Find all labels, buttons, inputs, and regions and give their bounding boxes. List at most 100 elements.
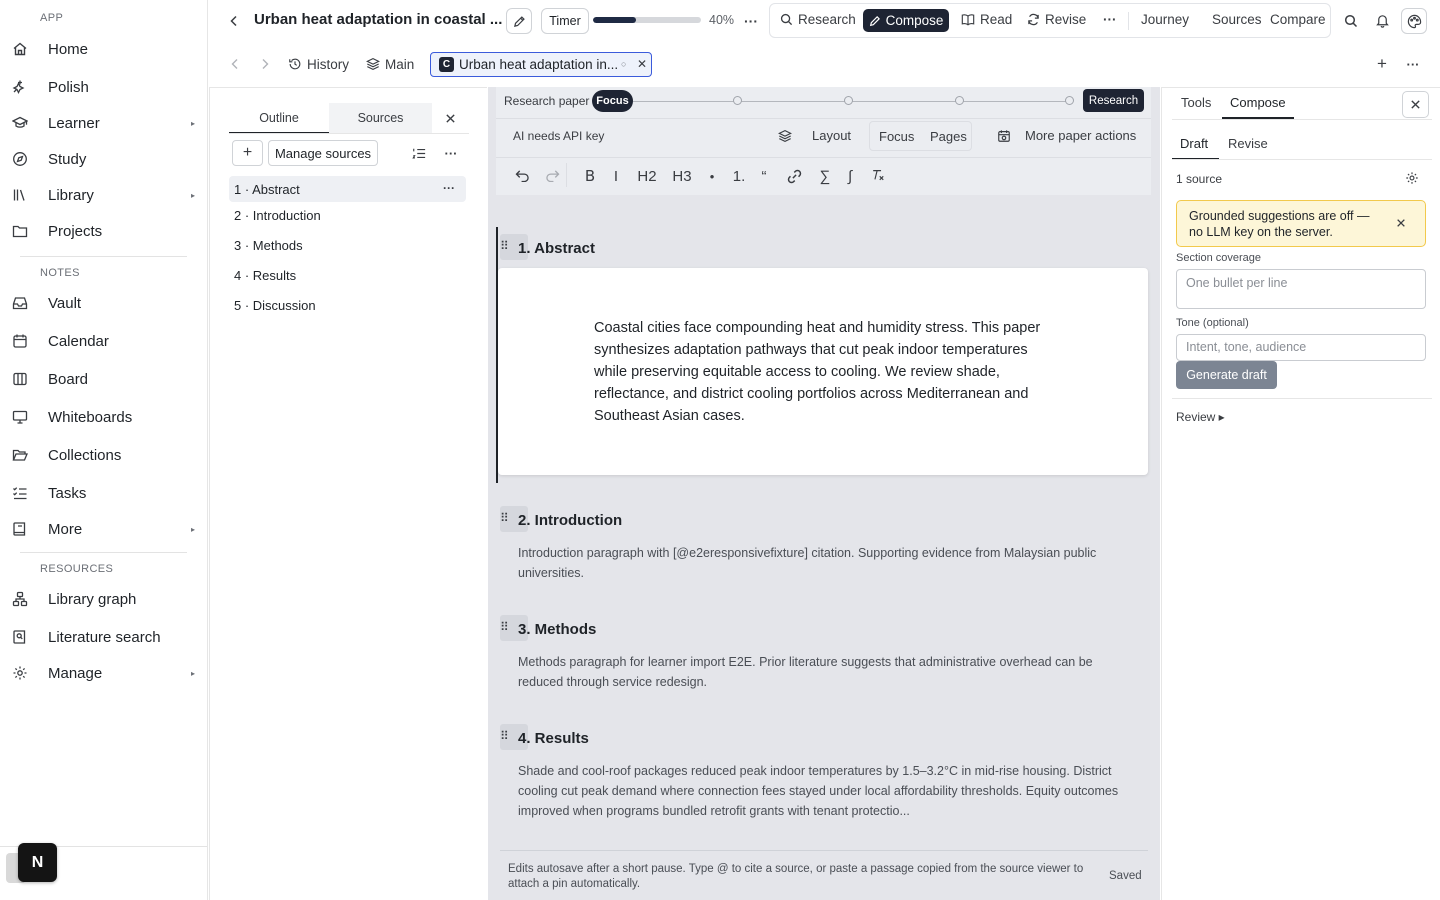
focus-view-button[interactable]: Focus bbox=[879, 129, 914, 144]
nav-forward-icon[interactable] bbox=[258, 57, 272, 71]
bullet-list-button[interactable]: • bbox=[706, 166, 718, 186]
new-tab-icon[interactable]: + bbox=[1374, 54, 1390, 73]
heading2-button[interactable]: H2 bbox=[636, 166, 658, 186]
back-chevron-icon[interactable] bbox=[226, 12, 242, 30]
undo-icon[interactable] bbox=[514, 167, 530, 183]
step-dot[interactable] bbox=[955, 96, 964, 105]
manage-sources-button[interactable]: Manage sources bbox=[268, 140, 378, 166]
redo-icon[interactable] bbox=[544, 167, 560, 183]
dismiss-warning-icon[interactable] bbox=[1395, 217, 1407, 229]
outline-item[interactable]: 5 · Discussion bbox=[229, 292, 466, 318]
add-section-button[interactable]: + bbox=[232, 140, 263, 166]
italic-button[interactable]: I bbox=[610, 166, 622, 186]
section-body[interactable]: Coastal cities face compounding heat and… bbox=[594, 317, 1054, 427]
outline-item[interactable]: 1 · Abstract ··· bbox=[229, 176, 466, 202]
tab-compose[interactable]: Compose bbox=[1230, 95, 1286, 110]
sidebar-item-more[interactable]: More ▸ bbox=[0, 514, 207, 544]
mode-revise[interactable]: Revise bbox=[1027, 12, 1086, 27]
document-tab[interactable]: C Urban heat adaptation in... ○ ✕ bbox=[430, 52, 652, 77]
research-step-button[interactable]: Research bbox=[1083, 89, 1144, 112]
section-heading[interactable]: 1. Abstract bbox=[518, 240, 595, 257]
section-heading[interactable]: 3. Methods bbox=[518, 621, 596, 638]
tone-input[interactable]: Intent, tone, audience bbox=[1176, 334, 1426, 361]
drag-handle-icon[interactable]: ⠿ bbox=[500, 239, 509, 253]
ordered-list-button[interactable]: 1. bbox=[730, 166, 748, 186]
timer-button[interactable]: Timer bbox=[541, 8, 589, 34]
tab-sources[interactable]: Sources bbox=[329, 103, 432, 133]
subtab-draft[interactable]: Draft bbox=[1180, 136, 1208, 151]
more-modes-icon[interactable]: ··· bbox=[1103, 12, 1117, 27]
section-body[interactable]: Methods paragraph for learner import E2E… bbox=[518, 652, 1128, 692]
compare-link[interactable]: Compare bbox=[1270, 12, 1326, 27]
tab-outline[interactable]: Outline bbox=[229, 103, 329, 133]
bell-icon[interactable] bbox=[1373, 11, 1391, 29]
mode-compose[interactable]: Compose bbox=[863, 9, 949, 32]
sources-link[interactable]: Sources bbox=[1212, 12, 1262, 27]
step-dot[interactable] bbox=[1065, 96, 1074, 105]
focus-step-pill[interactable]: Focus bbox=[592, 90, 633, 112]
outline-menu-icon[interactable]: ··· bbox=[443, 145, 459, 161]
palette-icon[interactable] bbox=[1401, 8, 1427, 34]
tab-menu-icon[interactable]: ··· bbox=[1405, 56, 1421, 72]
search-icon[interactable] bbox=[1342, 12, 1360, 30]
sidebar-item-board[interactable]: Board bbox=[0, 364, 207, 394]
nav-back-icon[interactable] bbox=[228, 57, 242, 71]
outline-item[interactable]: 4 · Results bbox=[229, 262, 466, 288]
more-paper-actions-button[interactable]: More paper actions bbox=[1025, 128, 1136, 143]
settings-gear-icon[interactable] bbox=[1404, 170, 1420, 186]
sidebar-item-learner[interactable]: Learner ▸ bbox=[0, 108, 207, 138]
link-icon[interactable] bbox=[785, 167, 803, 185]
bold-button[interactable]: B bbox=[583, 166, 597, 186]
close-tab-icon[interactable]: ✕ bbox=[637, 57, 647, 71]
more-options-icon[interactable]: ··· bbox=[742, 12, 760, 30]
rename-button[interactable] bbox=[506, 8, 532, 34]
section-body[interactable]: Shade and cool-roof packages reduced pea… bbox=[518, 761, 1128, 821]
numbered-list-icon[interactable] bbox=[411, 145, 427, 161]
section-heading[interactable]: 2. Introduction bbox=[518, 512, 622, 529]
sidebar-item-library[interactable]: Library ▸ bbox=[0, 180, 207, 210]
quote-button[interactable]: “ bbox=[758, 166, 770, 186]
sidebar-item-polish[interactable]: Polish bbox=[0, 72, 207, 102]
close-panel-icon[interactable] bbox=[1402, 91, 1429, 118]
close-outline-icon[interactable] bbox=[432, 103, 469, 133]
sidebar-item-projects[interactable]: Projects bbox=[0, 216, 207, 246]
mode-research[interactable]: Research bbox=[780, 12, 856, 27]
mode-read[interactable]: Read bbox=[961, 12, 1012, 27]
main-branch-button[interactable]: Main bbox=[366, 51, 414, 77]
outline-item[interactable]: 2 · Introduction bbox=[229, 202, 466, 228]
journey-link[interactable]: Journey bbox=[1141, 12, 1189, 27]
drag-handle-icon[interactable]: ⠿ bbox=[500, 511, 509, 525]
sum-button[interactable]: ∑ bbox=[818, 166, 832, 186]
pages-view-button[interactable]: Pages bbox=[930, 129, 967, 144]
sidebar-item-study[interactable]: Study bbox=[0, 144, 207, 174]
sidebar-item-calendar[interactable]: Calendar bbox=[0, 326, 207, 356]
section-body[interactable]: Introduction paragraph with [@e2erespons… bbox=[518, 543, 1128, 583]
drag-handle-icon[interactable]: ⠿ bbox=[500, 729, 509, 743]
heading3-button[interactable]: H3 bbox=[671, 166, 693, 186]
step-dot[interactable] bbox=[733, 96, 742, 105]
section-heading[interactable]: 4. Results bbox=[518, 730, 589, 747]
sidebar-item-manage[interactable]: Manage ▸ bbox=[0, 658, 207, 688]
app-logo-badge[interactable]: N bbox=[18, 843, 57, 882]
document-title[interactable]: Urban heat adaptation in coastal ... bbox=[254, 11, 502, 28]
layout-button[interactable]: Layout bbox=[812, 128, 851, 143]
sidebar-item-library-graph[interactable]: Library graph bbox=[0, 584, 207, 614]
sidebar-item-whiteboards[interactable]: Whiteboards bbox=[0, 402, 207, 432]
drag-handle-icon[interactable]: ⠿ bbox=[500, 620, 509, 634]
integral-button[interactable]: ∫ bbox=[844, 166, 856, 186]
outline-item[interactable]: 3 · Methods bbox=[229, 232, 466, 258]
sidebar-item-home[interactable]: Home bbox=[0, 34, 207, 64]
clear-format-icon[interactable] bbox=[870, 167, 886, 183]
calendar-clock-icon[interactable] bbox=[996, 128, 1012, 144]
outline-item-menu-icon[interactable]: ··· bbox=[443, 181, 455, 195]
tab-tools[interactable]: Tools bbox=[1181, 95, 1211, 110]
abstract-editor-card[interactable]: Coastal cities face compounding heat and… bbox=[498, 268, 1148, 475]
sidebar-item-vault[interactable]: Vault bbox=[0, 288, 207, 318]
sidebar-item-literature-search[interactable]: Literature search bbox=[0, 622, 207, 652]
subtab-revise[interactable]: Revise bbox=[1228, 136, 1268, 151]
generate-draft-button[interactable]: Generate draft bbox=[1176, 361, 1277, 389]
section-coverage-input[interactable]: One bullet per line bbox=[1176, 269, 1426, 309]
step-dot[interactable] bbox=[844, 96, 853, 105]
sidebar-item-tasks[interactable]: Tasks bbox=[0, 478, 207, 508]
layers-icon[interactable] bbox=[777, 128, 793, 144]
